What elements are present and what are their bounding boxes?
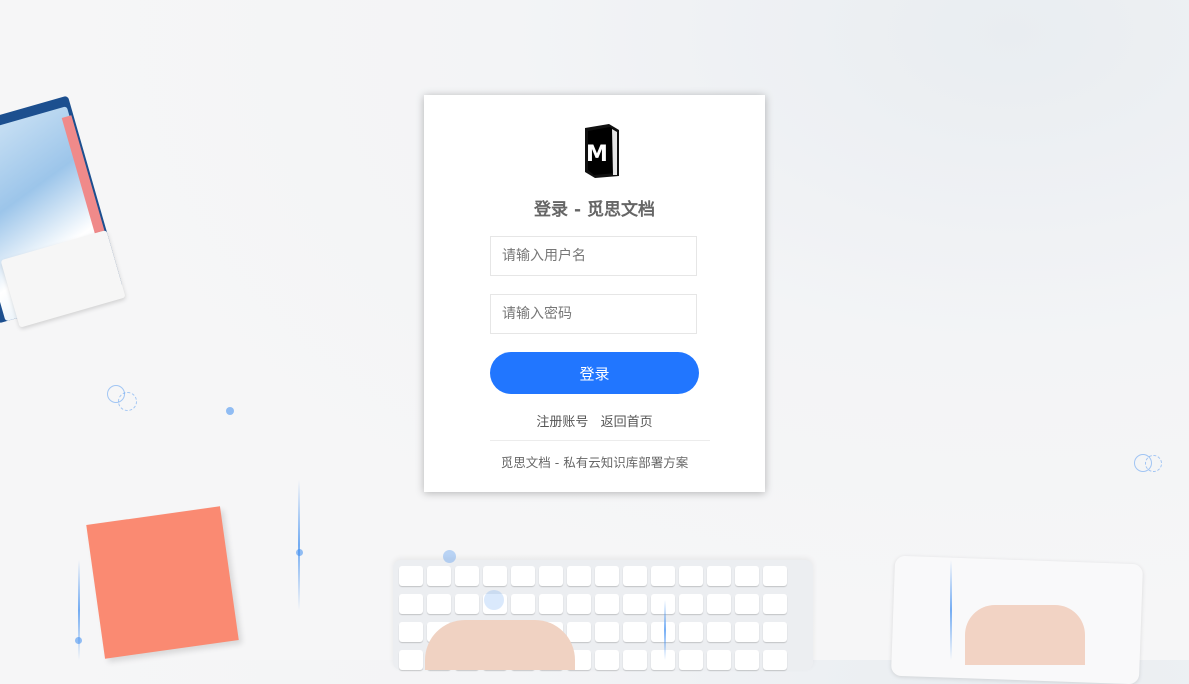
password-input[interactable] — [490, 294, 697, 334]
hand-decoration — [965, 605, 1085, 665]
home-link[interactable]: 返回首页 — [601, 415, 653, 430]
page-title: 登录 - 觅思文档 — [534, 200, 655, 220]
trackpad-decoration — [890, 555, 1144, 684]
register-link[interactable]: 注册账号 — [536, 415, 588, 430]
logo-letter: M — [586, 142, 608, 167]
books-decoration — [0, 68, 163, 362]
divider — [490, 440, 710, 441]
auth-links: 注册账号 返回首页 — [424, 411, 765, 430]
hands-decoration — [425, 620, 575, 670]
username-input[interactable] — [490, 236, 697, 276]
login-button[interactable]: 登录 — [490, 352, 699, 394]
keyboard-decoration — [393, 560, 813, 670]
book-logo-icon: M — [585, 124, 619, 178]
sticky-note-decoration — [86, 506, 239, 659]
footer-text: 觅思文档 - 私有云知识库部署方案 — [500, 455, 689, 470]
login-card: M 登录 - 觅思文档 登录 注册账号 返回首页 觅思文档 - 私有云知识库部署… — [424, 95, 765, 492]
